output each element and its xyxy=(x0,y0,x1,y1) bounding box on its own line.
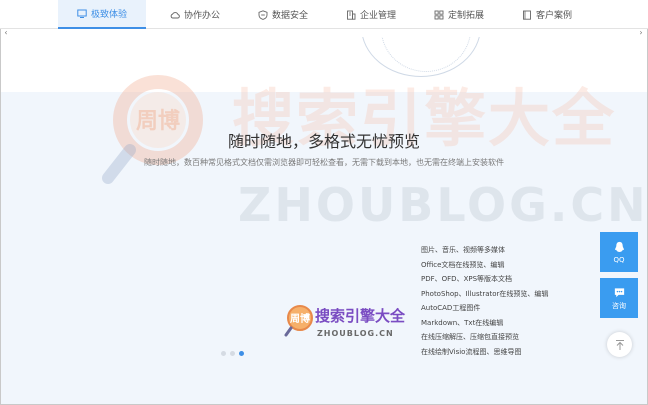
qq-label: QQ xyxy=(613,255,625,264)
list-item: 在线压缩解压、压缩包直接预览 xyxy=(421,333,519,341)
carousel-dot[interactable] xyxy=(230,351,235,356)
mini-logo-subtitle: ZHOUBLOG.CN xyxy=(317,329,394,338)
prev-arrow-button[interactable]: ‹ xyxy=(1,29,11,37)
monitor-icon xyxy=(77,9,87,19)
back-to-top-button[interactable] xyxy=(607,332,632,357)
feature-list: 图片、音乐、视频等多媒体 Office文档在线预览、编辑 PDF、OFD、XPS… xyxy=(421,243,601,359)
consult-button[interactable]: 咨询 xyxy=(600,278,638,318)
list-item: 在线绘制Visio流程图、思维导图 xyxy=(421,347,522,356)
grid-icon xyxy=(434,10,444,20)
consult-label: 咨询 xyxy=(612,301,626,310)
list-item: Office文档在线预览、编辑 xyxy=(421,260,505,269)
carousel-dots xyxy=(221,351,251,357)
watermark-en-text: ZHOUBLOG.CN xyxy=(238,178,648,232)
tab-label: 企业管理 xyxy=(359,11,396,21)
feature-tabs: 极致体验 协作办公 数据安全 企业管理 定制拓展 客户案例 xyxy=(0,0,648,29)
tab-collaboration[interactable]: 协作办公 xyxy=(158,0,232,29)
tab-label: 协作办公 xyxy=(183,11,220,21)
shield-icon xyxy=(258,9,268,20)
document-icon xyxy=(522,10,532,20)
tab-customer-cases[interactable]: 客户案例 xyxy=(510,0,584,29)
qq-icon xyxy=(614,241,624,252)
tab-label: 定制拓展 xyxy=(447,11,484,21)
mini-logo-text: 周博 xyxy=(290,312,310,325)
qq-contact-button[interactable]: QQ xyxy=(600,232,638,272)
building-icon xyxy=(346,10,356,20)
tab-enterprise-management[interactable]: 企业管理 xyxy=(334,0,408,29)
list-item: PDF、OFD、XPS等版本文档 xyxy=(421,275,513,283)
chat-icon xyxy=(614,287,624,297)
slide-headline: 随时随地，多格式无忧预览 xyxy=(227,132,420,151)
cloud-icon xyxy=(170,10,180,20)
list-item: AutoCAD工程图件 xyxy=(421,304,481,312)
list-item: 图片、音乐、视频等多媒体 xyxy=(421,246,505,254)
list-item: Markdown、Txt在线编辑 xyxy=(421,318,504,327)
list-item: PhotoShop、Illustrator在线预览、编辑 xyxy=(421,289,549,298)
tab-label: 客户案例 xyxy=(535,11,572,21)
tab-label: 数据安全 xyxy=(271,11,308,21)
carousel-dot-active[interactable] xyxy=(239,351,244,356)
mini-logo-title: 搜索引擎大全 xyxy=(315,307,406,325)
arrow-up-icon xyxy=(615,339,624,350)
tab-experience[interactable]: 极致体验 xyxy=(58,0,146,29)
chevron-left-icon: ‹ xyxy=(4,28,8,37)
slide-subline: 随时随地，数百种常见格式文档仅需浏览器即可轻松查看，无需下载到本地，也无需在终端… xyxy=(144,158,504,167)
tab-customization[interactable]: 定制拓展 xyxy=(422,0,496,29)
chevron-right-icon: › xyxy=(639,28,643,37)
tab-data-security[interactable]: 数据安全 xyxy=(246,0,320,29)
carousel-dot[interactable] xyxy=(221,351,226,356)
tab-label: 极致体验 xyxy=(90,10,127,20)
next-arrow-button[interactable]: › xyxy=(636,29,646,37)
